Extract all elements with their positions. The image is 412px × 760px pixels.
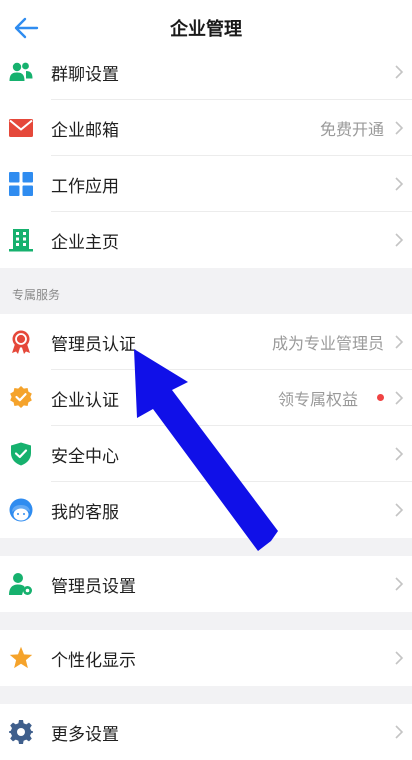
- apps-grid-icon: [9, 172, 33, 196]
- chevron-right-icon: [395, 651, 404, 665]
- menu-item-label: 安全中心: [51, 446, 119, 467]
- menu-item-personalized-display[interactable]: 个性化显示: [0, 630, 412, 686]
- chevron-right-icon: [395, 725, 404, 739]
- menu-item-label: 企业认证: [51, 390, 119, 411]
- menu-item-value: 免费开通: [319, 120, 384, 139]
- group-chat-icon: [9, 62, 33, 81]
- menu-item-admin-certification[interactable]: 管理员认证 成为专业管理员: [0, 314, 412, 370]
- shield-check-icon: [11, 442, 31, 466]
- section-title: 专属服务: [12, 288, 61, 302]
- menu-item-enterprise-homepage[interactable]: 企业主页: [0, 212, 412, 268]
- chevron-right-icon: [395, 121, 404, 135]
- chevron-right-icon: [395, 233, 404, 247]
- menu-item-label: 企业主页: [51, 232, 119, 253]
- chevron-right-icon: [395, 447, 404, 461]
- menu-item-security-center[interactable]: 安全中心: [0, 426, 412, 482]
- mail-icon: [9, 119, 33, 137]
- menu-item-more-settings[interactable]: 更多设置: [0, 704, 412, 760]
- gear-icon: [9, 720, 33, 744]
- ribbon-medal-icon: [12, 330, 30, 354]
- menu-item-label: 群聊设置: [51, 64, 119, 85]
- chevron-right-icon: [395, 335, 404, 349]
- chevron-right-icon: [395, 391, 404, 405]
- customer-service-icon: [9, 498, 33, 522]
- menu-item-value: 领专属权益: [277, 390, 358, 409]
- chevron-right-icon: [395, 503, 404, 517]
- chevron-right-icon: [395, 577, 404, 591]
- menu-item-label: 企业邮箱: [51, 120, 119, 141]
- menu-item-group-chat-settings[interactable]: 群聊设置: [0, 44, 412, 100]
- building-icon: [9, 229, 33, 252]
- menu-item-work-apps[interactable]: 工作应用: [0, 156, 412, 212]
- menu-item-label: 个性化显示: [51, 650, 136, 671]
- menu-item-enterprise-certification[interactable]: 企业认证 领专属权益: [0, 370, 412, 426]
- verified-badge-icon: [10, 386, 32, 408]
- chevron-right-icon: [395, 177, 404, 191]
- menu-item-admin-settings[interactable]: 管理员设置: [0, 556, 412, 612]
- menu-item-label: 更多设置: [51, 724, 119, 745]
- menu-item-label: 我的客服: [51, 502, 119, 523]
- chevron-right-icon: [395, 65, 404, 79]
- menu-item-label: 管理员认证: [51, 334, 136, 355]
- section-header: 专属服务: [0, 268, 412, 314]
- menu-item-enterprise-mail[interactable]: 企业邮箱 免费开通: [0, 100, 412, 156]
- menu-item-label: 管理员设置: [51, 576, 136, 597]
- notification-dot: [377, 394, 384, 401]
- star-icon: [9, 646, 33, 669]
- menu-item-label: 工作应用: [51, 176, 119, 197]
- admin-settings-icon: [9, 573, 32, 595]
- menu-item-value: 成为专业管理员: [271, 334, 384, 353]
- menu-item-my-customer-service[interactable]: 我的客服: [0, 482, 412, 538]
